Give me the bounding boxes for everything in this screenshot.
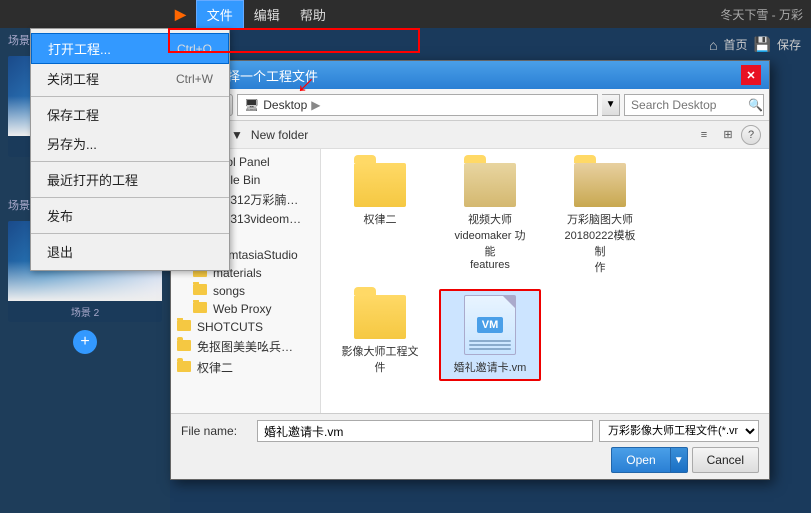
search-input[interactable] (624, 94, 764, 116)
dropdown-menu: 打开工程... Ctrl+O 关闭工程 Ctrl+W 保存工程 另存为... 最… (30, 28, 230, 271)
dropdown-item-publish[interactable]: 发布 (31, 201, 229, 230)
path-chevron: ▶ (311, 98, 320, 112)
dialog-bottom: File name: 万彩影像大师工程文件(*.vm) Open ▼ Cance… (171, 413, 769, 479)
path-dropdown-arrow[interactable]: ▼ (602, 94, 620, 116)
view-grid-btn[interactable]: ⊞ (717, 125, 739, 145)
folder-icon-quanlv (354, 163, 406, 207)
dropdown-item-saveas[interactable]: 另存为... (31, 129, 229, 158)
view-icons: ≡ ⊞ ? (693, 125, 761, 145)
app-title: 冬天下雪 - 万彩 (720, 6, 803, 23)
dropdown-item-recent[interactable]: 最近打开的工程 (31, 165, 229, 194)
view-list-btn[interactable]: ≡ (693, 125, 715, 145)
file-item-wancai[interactable]: 万彩脑图大师 20180222模板制 作 (549, 157, 651, 281)
folder-icon-videomaster (464, 163, 516, 207)
dialog-right-panel: 权律二 视频大师 videomaker 功能 features 万彩脑图大师 2… (321, 149, 769, 413)
folder-icon-path: 🖥 (244, 98, 259, 112)
search-icon: 🔍 (748, 98, 763, 112)
open-split-btn: Open ▼ (611, 447, 687, 473)
file-item-videomaster[interactable]: 视频大师 videomaker 功能 features (439, 157, 541, 281)
home-btn[interactable]: 首页 (724, 36, 748, 53)
file-item-yingxiang[interactable]: 影像大师工程文 件 (329, 289, 431, 381)
new-folder-button[interactable]: New folder (251, 128, 308, 142)
dropdown-item-close[interactable]: 关闭工程 Ctrl+W (31, 64, 229, 93)
save-icon: 💾 (754, 36, 771, 53)
dropdown-sep-2 (31, 161, 229, 162)
app-logo: ▶ (175, 6, 186, 23)
file-label-videomaster: 视频大师 videomaker 功能 features (450, 211, 530, 271)
top-right-nav: ⌂ 首页 💾 保存 (709, 36, 801, 53)
home-icon: ⌂ (709, 37, 717, 53)
tree-item-webproxy[interactable]: Web Proxy (171, 300, 320, 318)
dropdown-item-open[interactable]: 打开工程... Ctrl+O (31, 33, 229, 64)
dialog-titlebar: VM 请选择一个工程文件 ✕ (171, 61, 769, 89)
file-label-yingxiang: 影像大师工程文 件 (342, 343, 419, 375)
tree-item-mianji[interactable]: 免抠图美美吆兵… (171, 336, 320, 357)
cancel-button[interactable]: Cancel (692, 447, 759, 473)
menu-item-file[interactable]: 文件 (196, 0, 244, 29)
dialog-toolbar2: Organize ▼ New folder ≡ ⊞ ? (171, 121, 769, 149)
vm-badge: VM (477, 317, 504, 333)
open-arrow-button[interactable]: ▼ (670, 447, 688, 473)
save-btn[interactable]: 保存 (777, 36, 801, 53)
dialog-content: ⚙ Control Panel Recycle Bin 20180312万彩腩…… (171, 149, 769, 413)
filename-row: File name: 万彩影像大师工程文件(*.vm) (181, 420, 759, 442)
folder-icon-yingxiang (354, 295, 406, 339)
dropdown-sep-1 (31, 96, 229, 97)
add-scene-btn-2[interactable]: + (73, 330, 97, 354)
tree-item-shotcuts[interactable]: SHOTCUTS (171, 318, 320, 336)
dropdown-item-save[interactable]: 保存工程 (31, 100, 229, 129)
tree-item-songs[interactable]: songs (171, 282, 320, 300)
dropdown-item-exit[interactable]: 退出 (31, 237, 229, 266)
vm-file-icon: VM (464, 295, 516, 355)
btn-row: Open ▼ Cancel (181, 447, 759, 473)
folder-icon-wancai (574, 163, 626, 207)
file-label-quanlv: 权律二 (364, 211, 397, 227)
tree-item-quanlv[interactable]: 权律二 (171, 357, 320, 378)
menu-item-edit[interactable]: 编辑 (244, 1, 290, 28)
file-item-empty (659, 157, 761, 281)
scene-label-2b: 场景 2 (8, 301, 162, 322)
open-main-button[interactable]: Open (611, 447, 669, 473)
dropdown-sep-3 (31, 197, 229, 198)
file-item-vm[interactable]: VM 婚礼邀请卡.vm (439, 289, 541, 381)
dialog-close-button[interactable]: ✕ (741, 65, 761, 85)
filename-input[interactable] (257, 420, 593, 442)
dialog-toolbar: ◀ ▶ 🖥 Desktop ▶ ▼ 🔍 (171, 89, 769, 121)
menu-bar: ▶ 文件 编辑 帮助 冬天下雪 - 万彩 (0, 0, 811, 28)
dropdown-sep-4 (31, 233, 229, 234)
menu-item-help[interactable]: 帮助 (290, 1, 336, 28)
file-dialog: VM 请选择一个工程文件 ✕ ◀ ▶ 🖥 Desktop ▶ ▼ 🔍 Organ… (170, 60, 770, 480)
file-item-quanlv[interactable]: 权律二 (329, 157, 431, 281)
filetype-select[interactable]: 万彩影像大师工程文件(*.vm) (599, 420, 759, 442)
file-label-vm: 婚礼邀请卡.vm (454, 359, 527, 375)
help-btn[interactable]: ? (741, 125, 761, 145)
filename-label: File name: (181, 424, 251, 438)
path-display: 🖥 Desktop ▶ (237, 94, 598, 116)
file-label-wancai: 万彩脑图大师 20180222模板制 作 (560, 211, 640, 275)
